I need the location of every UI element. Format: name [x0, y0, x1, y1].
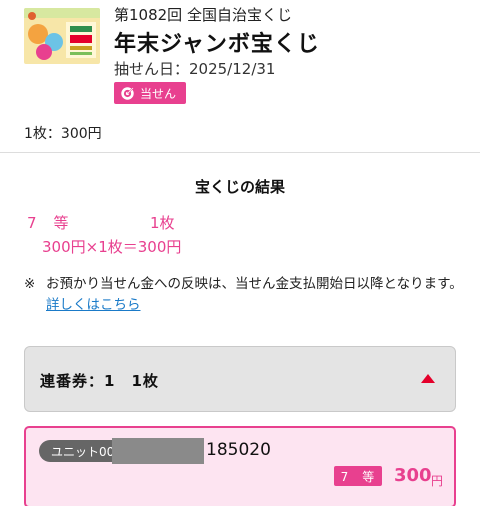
divider	[0, 152, 480, 153]
lottery-title: 年末ジャンボ宝くじ	[114, 32, 320, 57]
note-mark: ※	[24, 276, 36, 292]
ticket-number: 185020	[206, 440, 271, 460]
target-icon	[120, 86, 135, 101]
draw-round: 第1082回 全国自治宝くじ	[114, 6, 292, 24]
details-link[interactable]: 詳しくはこちら	[46, 297, 141, 313]
ticket-currency: 円	[431, 474, 444, 488]
serial-ticket-label: 連番券：1 1枚	[40, 372, 159, 390]
ticket-card: ユニット00 185020 7 等 300 円	[24, 426, 456, 506]
ticket-amount: 300	[394, 465, 432, 486]
draw-date: 抽せん日：2025/12/31	[114, 60, 276, 78]
lottery-thumbnail	[24, 8, 100, 64]
prize-count: 1枚	[150, 214, 175, 232]
redaction-block	[112, 438, 204, 464]
unit-label: ユニット00	[51, 444, 115, 459]
winning-badge: 当せん	[114, 82, 186, 104]
lottery-header: 第1082回 全国自治宝くじ 年末ジャンボ宝くじ 抽せん日：2025/12/31…	[0, 0, 480, 112]
triangle-up-icon[interactable]	[421, 374, 435, 383]
result-heading: 宝くじの結果	[194, 178, 285, 196]
ticket-rank-badge: 7 等	[334, 466, 382, 486]
prize-rank: 7 等	[27, 214, 70, 232]
note-text: お預かり当せん金への反映は、当せん金支払開始日以降となります。	[46, 276, 463, 292]
serial-ticket-toggle[interactable]: 連番券：1 1枚	[24, 346, 456, 412]
unit-price: 1枚：300円	[24, 126, 102, 142]
badge-label: 当せん	[140, 86, 177, 101]
prize-calculation: 300円×1枚＝300円	[42, 238, 182, 256]
